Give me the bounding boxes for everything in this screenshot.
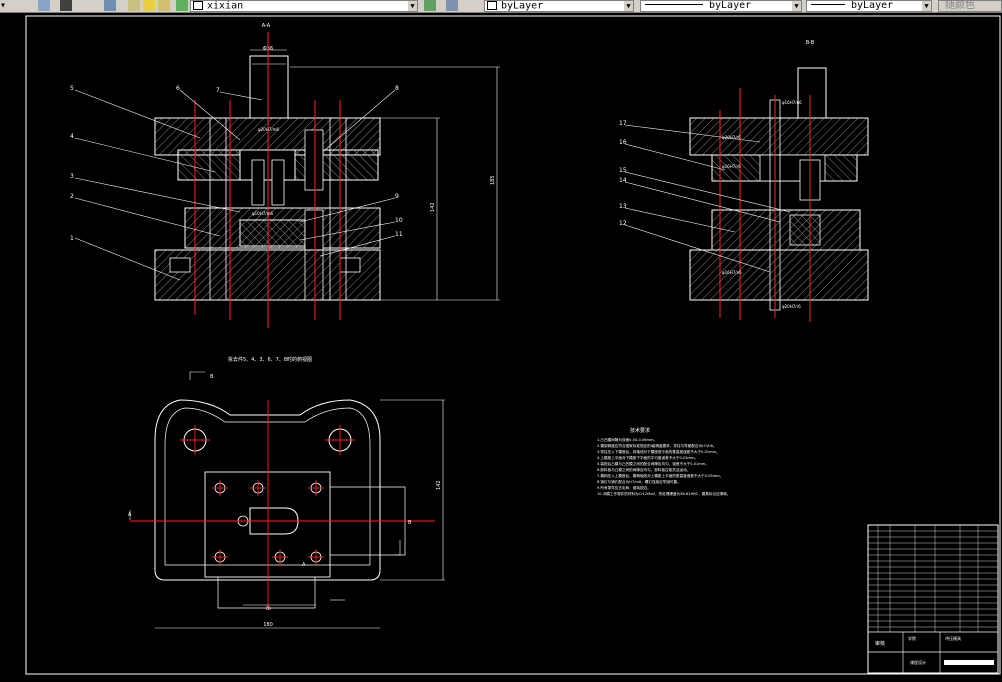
tech-req-line: 5.装配后凸模与凸凹模之间的配合间隙应均匀，误差不大于0.01mm。	[597, 461, 709, 466]
fit-annotation: φ10H7/m6	[252, 211, 274, 216]
drawing-canvas[interactable]: A-A Φ36 φ20H7/m6 φ10H7/m6	[0, 12, 1002, 678]
title-block-filled-cell	[944, 660, 994, 665]
part-number: 9	[395, 193, 399, 200]
layer-manager-icon[interactable]	[38, 0, 50, 11]
part-number: 8	[395, 85, 399, 92]
part-number: 4	[70, 133, 74, 140]
plotstyle-combo[interactable]: 随颜色	[938, 0, 1002, 12]
part-number: 15	[619, 167, 627, 174]
tech-req-line: 3.导柱压入下模座后，其轴线对下模座底平面的垂直度误差不大于0.01mm。	[597, 449, 720, 454]
view-label-aa: A-A	[262, 23, 271, 29]
lower-die-seat	[689, 249, 869, 301]
chevron-down-icon: ▼	[408, 1, 417, 11]
die-outline	[154, 399, 381, 581]
view-label-bb: B-B	[806, 40, 815, 46]
section-view-bb: B-B φ16H7/n6 φ20H7/r6 φ16H7/r6 φ16H7/n6 …	[619, 40, 869, 322]
part-number: 16	[619, 139, 627, 146]
bulb-icon[interactable]	[128, 0, 140, 11]
dropdown-arrow-icon[interactable]: ▾	[0, 0, 10, 11]
layer-state-icon[interactable]	[60, 0, 72, 11]
fit-annotation: φ16H7/r6	[722, 164, 741, 169]
title-block-design: 课程设计	[910, 659, 926, 665]
tech-req-line: 8.销钉与销孔配合为H7/m6，螺钉连接应牢固可靠。	[597, 479, 681, 484]
layer-previous-stack-icon[interactable]	[446, 0, 458, 11]
title-block-name: 冲压模具	[945, 635, 961, 641]
title-block: 审核 学院 冲压模具 课程设计	[867, 524, 999, 674]
part-number: 17	[619, 120, 627, 127]
part-number: 2	[70, 193, 74, 200]
title-block-stamp: 审核	[875, 640, 885, 647]
cad-drawing: A-A Φ36 φ20H7/m6 φ10H7/m6	[25, 15, 1001, 675]
lock-icon[interactable]	[158, 0, 170, 11]
fit-annotation: φ20H7/m6	[258, 127, 280, 132]
tech-req-line: 4.上模座上平面对下模座下平面的平行度误差不大于0.03mm。	[597, 455, 698, 460]
tech-req-title: 技术要求	[630, 427, 650, 434]
layer-combo[interactable]: xixian ▼	[190, 0, 418, 12]
color-combo[interactable]: byLayer ▼	[484, 0, 634, 12]
layer-color-icon	[193, 1, 203, 10]
fit-annotation: φ20H7/r6	[782, 304, 801, 309]
section-mark: B	[408, 520, 412, 526]
dim-height-total: 185	[490, 175, 496, 185]
part-number: 7	[216, 87, 220, 94]
plan-caption: 拆去件5、4、3、6、7、8时的俯视图	[228, 356, 312, 363]
lineweight-combo[interactable]: byLayer ▼	[806, 0, 932, 12]
tech-req-line: 1.凸凹模间隙为双面0.04-0.06mm。	[597, 437, 657, 442]
layer-previous-icon[interactable]	[104, 0, 116, 11]
dim-plan-inner: 70	[265, 606, 271, 611]
technical-requirements: 技术要求 1.凸凹模间隙为双面0.04-0.06mm。 2.模架精度应符合国家标…	[597, 427, 730, 496]
color-swatch-icon	[487, 1, 497, 10]
section-view-aa: A-A Φ36 φ20H7/m6 φ10H7/m6	[70, 23, 500, 328]
chevron-down-icon: ▼	[922, 1, 931, 11]
plan-view: 拆去件5、4、3、6、7、8时的俯视图 B 180 142 70 B A	[128, 356, 445, 629]
title-block-school: 学院	[908, 635, 916, 641]
chevron-down-icon: ▼	[792, 1, 801, 11]
color-swatch-icon[interactable]	[176, 0, 188, 11]
die-shank	[249, 55, 289, 119]
part-number: 1	[70, 235, 74, 242]
section-mark: B	[210, 374, 214, 380]
dim-plan-width: 180	[263, 622, 273, 628]
tech-req-line: 10.冲模工作零件的材料为Cr12MoV，热处理硬度为58-62HRC，模具标记…	[597, 491, 730, 496]
part-number: 11	[395, 231, 403, 238]
part-number: 14	[619, 177, 627, 184]
dim-height-inner: 142	[430, 202, 436, 212]
linetype-preview-icon	[645, 3, 703, 5]
make-object-layer-current-icon[interactable]	[424, 0, 436, 11]
tech-req-line: 6.卸料板与凸模之间的间隙应均匀，卸料板应能灵活运动。	[597, 467, 690, 472]
part-number: 12	[619, 220, 627, 227]
fit-annotation: φ16H7/n6	[722, 270, 742, 275]
drawing-frame	[25, 15, 1001, 675]
lineweight-preview-icon	[811, 3, 845, 5]
chevron-down-icon: ▼	[624, 1, 633, 11]
part-number: 10	[395, 217, 403, 224]
section-mark: A	[302, 562, 306, 568]
stripper-plate	[711, 209, 861, 251]
tech-req-line: 7.模柄压入上模座后，模柄轴线对上模座上平面的垂直度误差不大于0.05mm。	[597, 473, 723, 478]
part-number: 5	[70, 85, 74, 92]
tech-req-line: 2.模架精度应符合国家标准规定的I级精度要求，导柱与导套配合为H7/h6。	[597, 443, 716, 448]
part-number: 13	[619, 203, 627, 210]
part-number: 6	[176, 85, 180, 92]
dim-plan-height: 142	[436, 480, 442, 490]
part-number: 3	[70, 173, 74, 180]
fit-annotation: φ16H7/n6	[782, 100, 802, 105]
linetype-combo[interactable]: byLayer ▼	[640, 0, 802, 12]
tech-req-line: 9.所有零件应去毛刺、倒钝锐边。	[597, 485, 651, 490]
sun-icon[interactable]	[143, 0, 155, 11]
